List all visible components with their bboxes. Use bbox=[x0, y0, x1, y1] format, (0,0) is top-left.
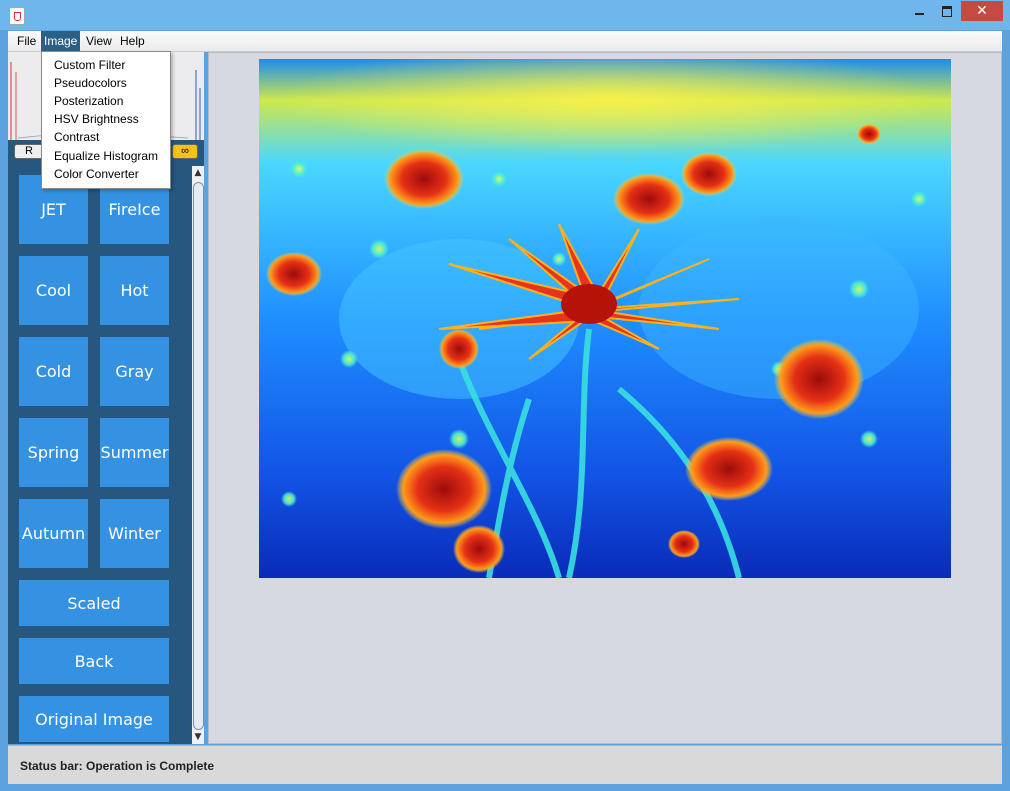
cool-button[interactable]: Cool bbox=[19, 256, 88, 325]
maximize-button[interactable] bbox=[933, 1, 961, 21]
menu-item-color-converter[interactable]: Color Converter bbox=[54, 165, 139, 183]
status-bar: Status bar: Operation is Complete bbox=[8, 745, 1002, 784]
pseudocolor-button-grid: JET FireIce Cool Hot Cold Gray Spring Su… bbox=[8, 166, 190, 744]
menu-item-hsv-brightness[interactable]: HSV Brightness bbox=[54, 110, 139, 128]
cold-button[interactable]: Cold bbox=[19, 337, 88, 406]
menu-image[interactable]: Image bbox=[41, 31, 81, 51]
infinity-toggle[interactable]: ∞ bbox=[172, 144, 198, 159]
image-menu-dropdown: Custom Filter Pseudocolors Posterization… bbox=[41, 51, 171, 189]
menu-item-posterization[interactable]: Posterization bbox=[54, 92, 123, 110]
menu-item-equalize-histogram[interactable]: Equalize Histogram bbox=[54, 147, 158, 165]
menu-file[interactable]: File bbox=[14, 31, 39, 51]
menu-item-custom-filter[interactable]: Custom Filter bbox=[54, 56, 125, 74]
red-channel-tab[interactable]: R bbox=[14, 144, 44, 159]
menu-bar: File Image View Help bbox=[8, 31, 1002, 52]
vertical-scrollbar[interactable]: ▲ ▼ bbox=[192, 166, 204, 744]
hot-button[interactable]: Hot bbox=[100, 256, 169, 325]
title-bar: ✕ bbox=[0, 0, 1010, 30]
menu-item-contrast[interactable]: Contrast bbox=[54, 128, 99, 146]
menu-help[interactable]: Help bbox=[117, 31, 148, 51]
spring-button[interactable]: Spring bbox=[19, 418, 88, 487]
scroll-down-arrow-icon[interactable]: ▼ bbox=[192, 730, 204, 744]
pseudocolor-image bbox=[259, 59, 951, 578]
menu-item-pseudocolors[interactable]: Pseudocolors bbox=[54, 74, 127, 92]
back-button[interactable]: Back bbox=[19, 638, 169, 684]
original-image-button[interactable]: Original Image bbox=[19, 696, 169, 742]
winter-button[interactable]: Winter bbox=[100, 499, 169, 568]
status-text: Status bar: Operation is Complete bbox=[20, 759, 215, 773]
menu-view[interactable]: View bbox=[83, 31, 115, 51]
scrollbar-thumb[interactable] bbox=[193, 182, 204, 730]
scroll-up-arrow-icon[interactable]: ▲ bbox=[192, 166, 204, 180]
gray-button[interactable]: Gray bbox=[100, 337, 169, 406]
scaled-button[interactable]: Scaled bbox=[19, 580, 169, 626]
close-button[interactable]: ✕ bbox=[961, 1, 1003, 21]
java-app-icon bbox=[9, 7, 25, 25]
autumn-button[interactable]: Autumn bbox=[19, 499, 88, 568]
summer-button[interactable]: Summer bbox=[100, 418, 169, 487]
minimize-button[interactable] bbox=[905, 1, 933, 21]
app-window: ✕ File Image View Help R ∞ JET FireIce C… bbox=[0, 0, 1010, 791]
